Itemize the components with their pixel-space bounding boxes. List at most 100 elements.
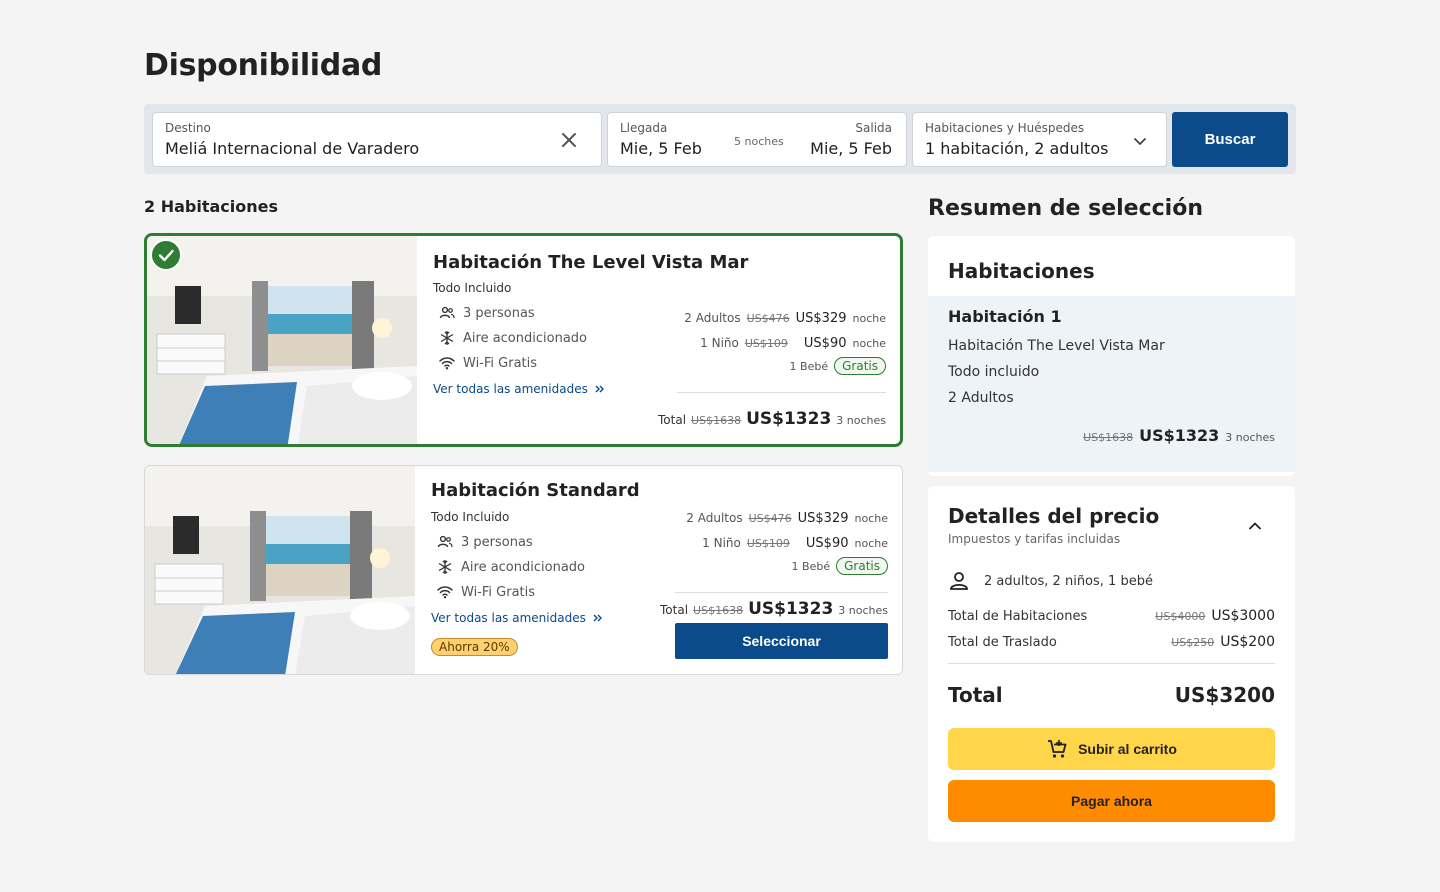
amenity-label: Wi-Fi Gratis: [461, 584, 536, 600]
free-badge: Gratis: [834, 357, 886, 375]
selection-nights: 3 noches: [1225, 431, 1275, 444]
rooms-total-label: Total de Habitaciones: [948, 609, 1088, 624]
destination-value[interactable]: Meliá Internacional de Varadero: [165, 139, 419, 158]
summary-title: Resumen de selección: [928, 196, 1203, 221]
total-old-price: US$1638: [693, 604, 744, 617]
pay-now-button[interactable]: Pagar ahora: [948, 780, 1275, 822]
room-card-standard[interactable]: Habitación Standard Todo Incluido 3 pers…: [144, 465, 903, 675]
adults-label: 2 Adultos: [684, 311, 741, 325]
wifi-icon: [437, 586, 453, 599]
grand-total-label: Total: [948, 683, 1003, 707]
discount-badge: Ahorra 20%: [431, 638, 518, 656]
total-price-now: US$1323: [746, 409, 832, 429]
amenity-people: 3 personas: [437, 534, 533, 550]
search-button[interactable]: Buscar: [1172, 112, 1288, 167]
selection-plan: Todo incluido: [948, 364, 1040, 380]
people-icon: [437, 535, 453, 548]
grand-total-value: US$3200: [1174, 683, 1275, 707]
child-unit: noche: [852, 337, 887, 350]
checkin-value[interactable]: Mie, 5 Feb: [620, 139, 702, 158]
child-price-now: US$90: [805, 536, 849, 551]
amenity-label: Aire acondicionado: [461, 559, 585, 575]
add-to-cart-label: Subir al carrito: [1078, 741, 1177, 757]
rooms-total-old: US$4000: [1155, 610, 1206, 623]
selection-old-price: US$1638: [1083, 431, 1134, 444]
add-to-cart-button[interactable]: Subir al carrito: [948, 728, 1275, 770]
total-nights: 3 noches: [838, 604, 888, 617]
grand-total-row: Total US$3200: [948, 683, 1275, 707]
baby-label: 1 Bebé: [791, 560, 831, 573]
rooms-count: 2 Habitaciones: [144, 197, 278, 216]
selection-price: US$1638 US$1323 3 noches: [1083, 426, 1275, 445]
room-photo: [147, 236, 417, 444]
destination-label: Destino: [165, 121, 211, 135]
people-icon: [439, 306, 455, 319]
total-nights: 3 noches: [836, 414, 886, 427]
child-old-price: US$109: [746, 537, 790, 550]
amenity-people: 3 personas: [439, 305, 535, 321]
adults-old-price: US$476: [748, 512, 792, 525]
rooms-total-row: Total de Habitaciones US$4000 US$3000: [948, 608, 1275, 624]
dates-field[interactable]: Llegada Mie, 5 Feb 5 noches Salida Mie, …: [607, 112, 907, 167]
total-label: Total: [660, 603, 689, 617]
child-price: 1 Niño US$109 US$90 noche: [700, 336, 886, 351]
guests-summary-label: 2 adultos, 2 niños, 1 bebé: [984, 573, 1153, 589]
amenity-ac: Aire acondicionado: [439, 330, 587, 346]
guests-summary: 2 adultos, 2 niños, 1 bebé: [948, 570, 1153, 592]
amenities-link[interactable]: Ver todas las amenidades: [431, 611, 604, 625]
chevron-up-icon[interactable]: [1247, 518, 1263, 534]
destination-field[interactable]: Destino Meliá Internacional de Varadero: [152, 112, 602, 167]
amenity-label: 3 personas: [461, 534, 533, 550]
price-details-panel: Detalles del precio Impuestos y tarifas …: [928, 486, 1295, 842]
baby-price: 1 Bebé Gratis: [790, 357, 886, 375]
amenities-link[interactable]: Ver todas las amenidades: [433, 382, 606, 396]
child-price: 1 Niño US$109 US$90 noche: [702, 536, 888, 551]
total-label: Total: [658, 413, 687, 427]
baby-price: 1 Bebé Gratis: [792, 557, 888, 575]
rooms-guests-field[interactable]: Habitaciones y Huéspedes 1 habitación, 2…: [912, 112, 1167, 167]
amenities-link-label[interactable]: Ver todas las amenidades: [433, 382, 588, 396]
double-chevron-right-icon: [593, 614, 602, 622]
free-badge: Gratis: [836, 557, 888, 575]
adults-old-price: US$476: [746, 312, 790, 325]
selection-title: Habitación 1: [948, 307, 1062, 326]
chevron-down-icon[interactable]: [1132, 133, 1148, 149]
rooms-total-now: US$3000: [1211, 608, 1275, 624]
rooms-guests-value[interactable]: 1 habitación, 2 adultos: [925, 139, 1108, 158]
child-price-now: US$90: [803, 336, 847, 351]
amenity-label: Wi-Fi Gratis: [463, 355, 538, 371]
room-total: Total US$1638 US$1323 3 noches: [658, 409, 886, 429]
checkout-value[interactable]: Mie, 5 Feb: [810, 139, 892, 158]
room-photo: [145, 466, 415, 674]
selected-room-box: Habitación 1 Habitación The Level Vista …: [928, 296, 1295, 472]
child-label: 1 Niño: [702, 536, 741, 550]
amenity-wifi: Wi-Fi Gratis: [437, 584, 535, 600]
adults-price: 2 Adultos US$476 US$329 noche: [684, 311, 886, 326]
transfer-total-now: US$200: [1220, 634, 1275, 650]
room-name: Habitación Standard: [431, 480, 640, 501]
price-details-divider: [948, 663, 1275, 664]
transfer-total-label: Total de Traslado: [948, 635, 1057, 650]
child-old-price: US$109: [744, 337, 788, 350]
adults-price: 2 Adultos US$476 US$329 noche: [686, 511, 888, 526]
amenity-wifi: Wi-Fi Gratis: [439, 355, 537, 371]
price-details-subtitle: Impuestos y tarifas incluidas: [948, 532, 1121, 546]
rooms-guests-label: Habitaciones y Huéspedes: [925, 121, 1085, 135]
room-card-level-vista-mar[interactable]: Habitación The Level Vista Mar Todo Incl…: [144, 233, 903, 447]
search-bar: Destino Meliá Internacional de Varadero …: [144, 104, 1296, 174]
amenity-ac: Aire acondicionado: [437, 559, 585, 575]
adults-unit: noche: [854, 512, 889, 525]
selection-price-now: US$1323: [1139, 426, 1220, 445]
select-room-button[interactable]: Seleccionar: [675, 623, 888, 659]
adults-price-now: US$329: [795, 311, 847, 326]
double-chevron-right-icon: [595, 385, 604, 393]
clear-icon[interactable]: [559, 130, 579, 150]
transfer-total-old: US$250: [1171, 636, 1215, 649]
amenities-link-label[interactable]: Ver todas las amenidades: [431, 611, 586, 625]
snowflake-icon: [440, 331, 454, 345]
transfer-total-row: Total de Traslado US$250 US$200: [948, 634, 1275, 650]
amenity-label: 3 personas: [463, 305, 535, 321]
checkout-label: Salida: [855, 121, 892, 135]
child-label: 1 Niño: [700, 336, 739, 350]
total-old-price: US$1638: [691, 414, 742, 427]
